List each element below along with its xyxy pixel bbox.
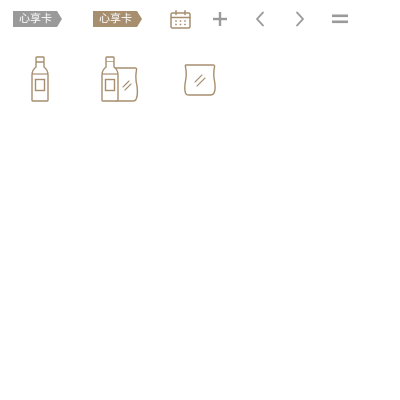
bottle-icon	[29, 54, 51, 104]
bag-icon	[183, 62, 217, 98]
xinxiang-card-tag-active[interactable]: 心享卡	[93, 11, 142, 27]
xinxiang-card-tag-label: 心享卡	[99, 12, 132, 25]
chevron-left-icon[interactable]	[249, 8, 271, 30]
plus-icon[interactable]	[209, 8, 231, 30]
xinxiang-card-tag-label: 心享卡	[19, 12, 52, 25]
chevron-right-icon[interactable]	[289, 8, 311, 30]
equals-icon[interactable]	[329, 8, 351, 30]
calendar-icon[interactable]	[169, 8, 191, 30]
xinxiang-card-tag-inactive[interactable]: 心享卡	[13, 11, 62, 27]
bottle-and-bag-icon	[99, 54, 141, 104]
